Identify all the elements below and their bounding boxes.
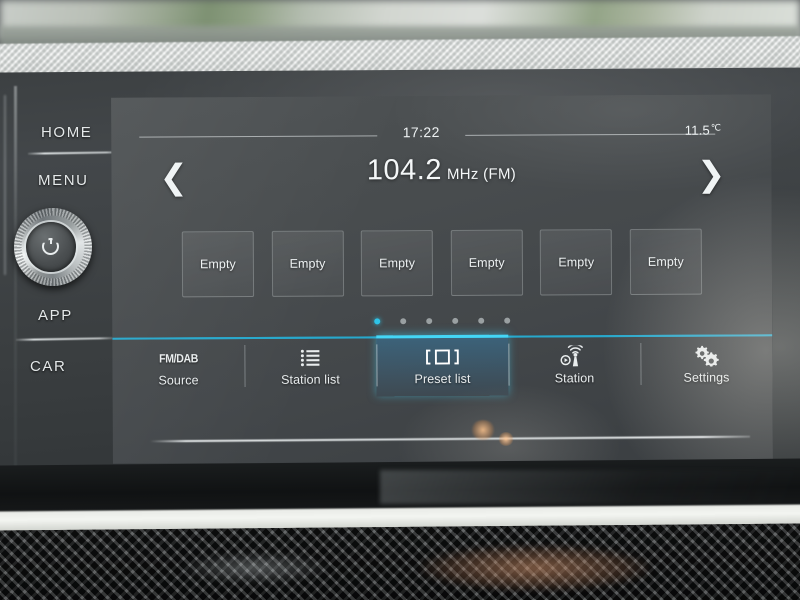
status-rule-right: [465, 133, 716, 136]
power-icon: [42, 238, 59, 255]
page-dot[interactable]: [374, 318, 381, 325]
tab-label: Source: [158, 373, 199, 388]
clock: 17:22: [402, 124, 440, 141]
tab-station-list[interactable]: Station list: [244, 338, 376, 397]
tab-label: Preset list: [414, 371, 471, 387]
dashboard-photo: HOME MENU APP CAR 17:22 11.5℃ ❮ 104.2 MHz…: [0, 0, 800, 600]
list-icon: [299, 347, 321, 369]
tab-source[interactable]: FM/DAB Source: [112, 339, 244, 398]
fm-dab-text-icon: FM/DAB: [158, 351, 198, 366]
outside-temperature: 11.5℃: [685, 123, 722, 138]
trim-reflection-cool: [180, 552, 330, 584]
page-indicator: [112, 316, 772, 325]
page-dot[interactable]: [400, 318, 407, 325]
page-dot[interactable]: [426, 318, 433, 325]
page-dot[interactable]: [504, 317, 511, 324]
preset-tile-row: Empty Empty Empty Empty Empty Empty: [181, 228, 703, 298]
page-dot[interactable]: [452, 317, 459, 324]
bezel-seam-left: [14, 86, 17, 506]
temperature-value: 11.5: [684, 122, 710, 138]
preset-carousel-icon: [425, 346, 459, 368]
page-dot[interactable]: [478, 317, 485, 324]
gears-icon: [693, 345, 719, 367]
tab-station[interactable]: Station: [508, 337, 640, 396]
status-bar: 17:22 11.5℃: [125, 118, 757, 141]
hardkey-car[interactable]: CAR: [30, 358, 66, 375]
frequency-value: 104.2: [366, 153, 443, 187]
infotainment-display: 17:22 11.5℃ ❮ 104.2 MHz (FM) ❯ Empty Empt…: [111, 94, 773, 464]
lens-flare-highlight: [498, 432, 514, 446]
tab-label: Station list: [281, 372, 340, 387]
tab-settings[interactable]: Settings: [640, 336, 772, 395]
tab-label: Station: [554, 371, 595, 386]
tuner-row: ❮ 104.2 MHz (FM) ❯: [111, 152, 771, 201]
preset-tile[interactable]: Empty: [450, 229, 523, 296]
chevron-right-icon[interactable]: ❯: [697, 156, 726, 194]
preset-tile[interactable]: Empty: [181, 230, 255, 298]
broadcast-tower-icon: [560, 345, 588, 367]
frequency-unit: MHz (FM): [446, 165, 517, 183]
tab-label: Settings: [683, 370, 730, 385]
hardkey-home[interactable]: HOME: [41, 124, 92, 141]
knob-face: [26, 222, 76, 272]
status-rule-left: [139, 135, 378, 138]
hardkey-app[interactable]: APP: [38, 307, 73, 324]
preset-tile[interactable]: Empty: [360, 230, 434, 297]
lower-dashboard-gloss: [380, 470, 800, 504]
diamond-texture-trim: [0, 523, 800, 600]
preset-tile[interactable]: Empty: [629, 228, 703, 296]
current-frequency: 104.2 MHz (FM): [111, 152, 771, 188]
trim-reflection-warm: [420, 545, 650, 591]
power-volume-knob[interactable]: [14, 208, 92, 286]
temperature-unit: ℃: [710, 122, 722, 133]
preset-tile[interactable]: Empty: [540, 229, 613, 296]
preset-tile[interactable]: Empty: [271, 230, 344, 297]
tab-preset-list[interactable]: Preset list: [376, 334, 509, 397]
hardkey-menu[interactable]: MENU: [38, 172, 89, 189]
bottom-nav-bar: FM/DAB Source Station list Preset list S…: [112, 334, 773, 398]
bezel-seam-outer: [4, 95, 6, 275]
